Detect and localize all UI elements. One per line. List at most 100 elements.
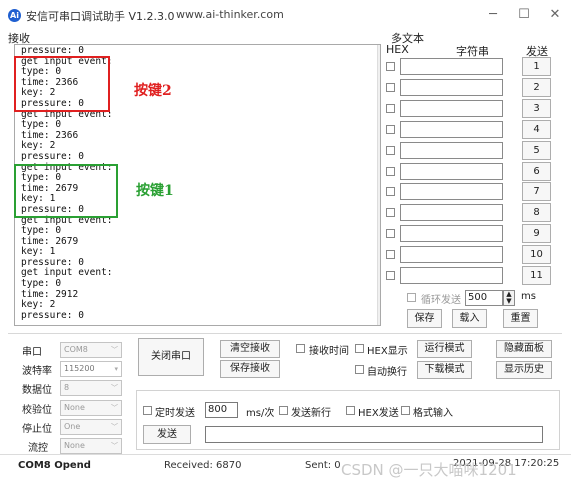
flow-select[interactable]: None ﹀ — [60, 438, 122, 454]
multi-hex-checkbox[interactable] — [386, 271, 395, 280]
flow-label: 流控 — [28, 443, 48, 454]
hex-display-checkbox[interactable] — [355, 344, 364, 353]
multi-string-input[interactable] — [400, 204, 503, 222]
multi-string-input[interactable] — [400, 183, 503, 201]
stopbits-select[interactable]: One ﹀ — [60, 419, 122, 435]
port-select[interactable]: COM8 ﹀ — [60, 342, 122, 358]
multi-send-button[interactable]: 4 — [522, 119, 551, 139]
multi-string-input[interactable] — [400, 246, 503, 264]
receive-line: pressure: 0 — [21, 45, 84, 56]
multi-text-row: 7 — [386, 181, 566, 202]
databits-select[interactable]: 8 ﹀ — [60, 380, 122, 396]
auto-newline-label: 自动换行 — [367, 367, 407, 378]
multi-hex-checkbox[interactable] — [386, 166, 395, 176]
minimize-icon[interactable]: ─ — [479, 5, 507, 25]
loop-interval-input[interactable]: 500 — [465, 290, 503, 306]
save-receive-button[interactable]: 保存接收 — [220, 360, 280, 378]
chevron-down-icon: ﹀ — [111, 442, 118, 450]
multi-hex-checkbox[interactable] — [386, 62, 395, 71]
reset-multi-button[interactable]: 重置 — [503, 309, 538, 328]
hide-panel-button[interactable]: 隐藏面板 — [496, 340, 552, 358]
baud-select[interactable]: 115200 ▾ — [60, 361, 122, 377]
multi-string-input[interactable] — [400, 141, 503, 159]
annotation-label-key1: 按键1 — [136, 183, 174, 199]
parity-select[interactable]: None ﹀ — [60, 400, 122, 416]
run-mode-button[interactable]: 运行模式 — [417, 340, 472, 358]
multi-string-input[interactable] — [400, 267, 503, 284]
maximize-icon[interactable]: ☐ — [510, 5, 538, 25]
multi-hex-checkbox[interactable] — [386, 103, 395, 113]
multi-send-button[interactable]: 7 — [522, 182, 551, 202]
save-multi-button[interactable]: 保存 — [407, 309, 442, 328]
multi-hex-checkbox[interactable] — [386, 145, 395, 155]
multi-send-button[interactable]: 3 — [522, 98, 551, 118]
send-newline-checkbox[interactable] — [279, 406, 288, 415]
receive-line: pressure: 0 — [21, 309, 84, 321]
scroll-up-icon[interactable]: ▲ — [378, 45, 380, 61]
port-status: COM8 Opend — [18, 460, 91, 471]
multi-string-input[interactable] — [400, 99, 503, 117]
multi-text-row: 1 — [386, 56, 566, 76]
multi-send-button[interactable]: 5 — [522, 140, 551, 160]
multi-string-input[interactable] — [400, 78, 503, 96]
title-bar: Ai 安信可串口调试助手 V1.2.3.0 www.ai-thinker.com… — [0, 0, 571, 30]
multi-string-input[interactable] — [400, 162, 503, 180]
window-url: www.ai-thinker.com — [176, 8, 284, 21]
show-history-button[interactable]: 显示历史 — [496, 361, 552, 379]
multi-hex-checkbox[interactable] — [386, 229, 395, 239]
auto-newline-checkbox[interactable] — [355, 365, 364, 374]
receive-time-label: 接收时间 — [309, 346, 349, 357]
multi-send-button[interactable]: 6 — [522, 161, 551, 181]
format-input-label: 格式输入 — [413, 408, 453, 419]
multi-string-input[interactable] — [400, 120, 503, 138]
multi-send-button[interactable]: 9 — [522, 224, 551, 244]
received-count: Received: 6870 — [164, 460, 242, 471]
multi-text-row: 4 — [386, 119, 566, 139]
multi-send-button[interactable]: 11 — [522, 266, 551, 285]
divider — [8, 333, 562, 334]
multi-text-row: 3 — [386, 98, 566, 118]
send-button[interactable]: 发送 — [143, 425, 191, 444]
stopbits-label: 停止位 — [22, 424, 52, 435]
annotation-box-key1 — [14, 164, 118, 218]
multi-text-row: 2 — [386, 77, 566, 97]
multi-text-row: 10 — [386, 244, 566, 265]
parity-label: 校验位 — [22, 405, 52, 416]
timed-send-checkbox[interactable] — [143, 406, 152, 415]
loop-send-checkbox[interactable] — [407, 293, 416, 302]
download-mode-button[interactable]: 下载模式 — [417, 361, 472, 379]
spinner-icon[interactable]: ▲ ▼ — [503, 290, 515, 306]
receive-scrollbar[interactable]: ▲ ▼ — [377, 45, 380, 325]
chevron-down-icon: ▾ — [114, 365, 118, 373]
hex-send-checkbox[interactable] — [346, 406, 355, 415]
close-icon[interactable]: ✕ — [541, 5, 569, 25]
multi-send-button[interactable]: 2 — [522, 77, 551, 97]
load-multi-button[interactable]: 载入 — [452, 309, 487, 328]
close-port-button[interactable]: 关闭串口 — [138, 338, 204, 376]
multi-hex-checkbox[interactable] — [386, 250, 395, 260]
scroll-down-icon[interactable]: ▼ — [378, 311, 380, 325]
multi-text-row: 11 — [386, 265, 566, 285]
multi-send-button[interactable]: 8 — [522, 203, 551, 223]
multi-string-input[interactable] — [400, 58, 503, 75]
multi-hex-checkbox[interactable] — [386, 82, 395, 92]
send-text-input[interactable] — [205, 426, 543, 443]
hex-display-label: HEX显示 — [367, 346, 408, 357]
multi-send-button[interactable]: 1 — [522, 57, 551, 76]
chevron-down-icon: ﹀ — [111, 384, 118, 392]
multi-send-button[interactable]: 10 — [522, 245, 551, 265]
format-input-checkbox[interactable] — [401, 406, 410, 415]
receive-time-checkbox[interactable] — [296, 344, 305, 353]
timed-send-label: 定时发送 — [155, 408, 195, 419]
multi-hex-checkbox[interactable] — [386, 208, 395, 218]
multi-hex-checkbox[interactable] — [386, 124, 395, 134]
send-newline-label: 发送新行 — [291, 408, 331, 419]
multi-text-row: 8 — [386, 202, 566, 223]
clear-receive-button[interactable]: 清空接收 — [220, 340, 280, 358]
send-interval-input[interactable]: 800 — [205, 402, 238, 418]
multi-hex-checkbox[interactable] — [386, 187, 395, 197]
multi-string-input[interactable] — [400, 225, 503, 243]
chevron-down-icon: ﹀ — [111, 346, 118, 354]
multi-text-row: 5 — [386, 140, 566, 160]
hex-send-label: HEX发送 — [358, 408, 399, 419]
